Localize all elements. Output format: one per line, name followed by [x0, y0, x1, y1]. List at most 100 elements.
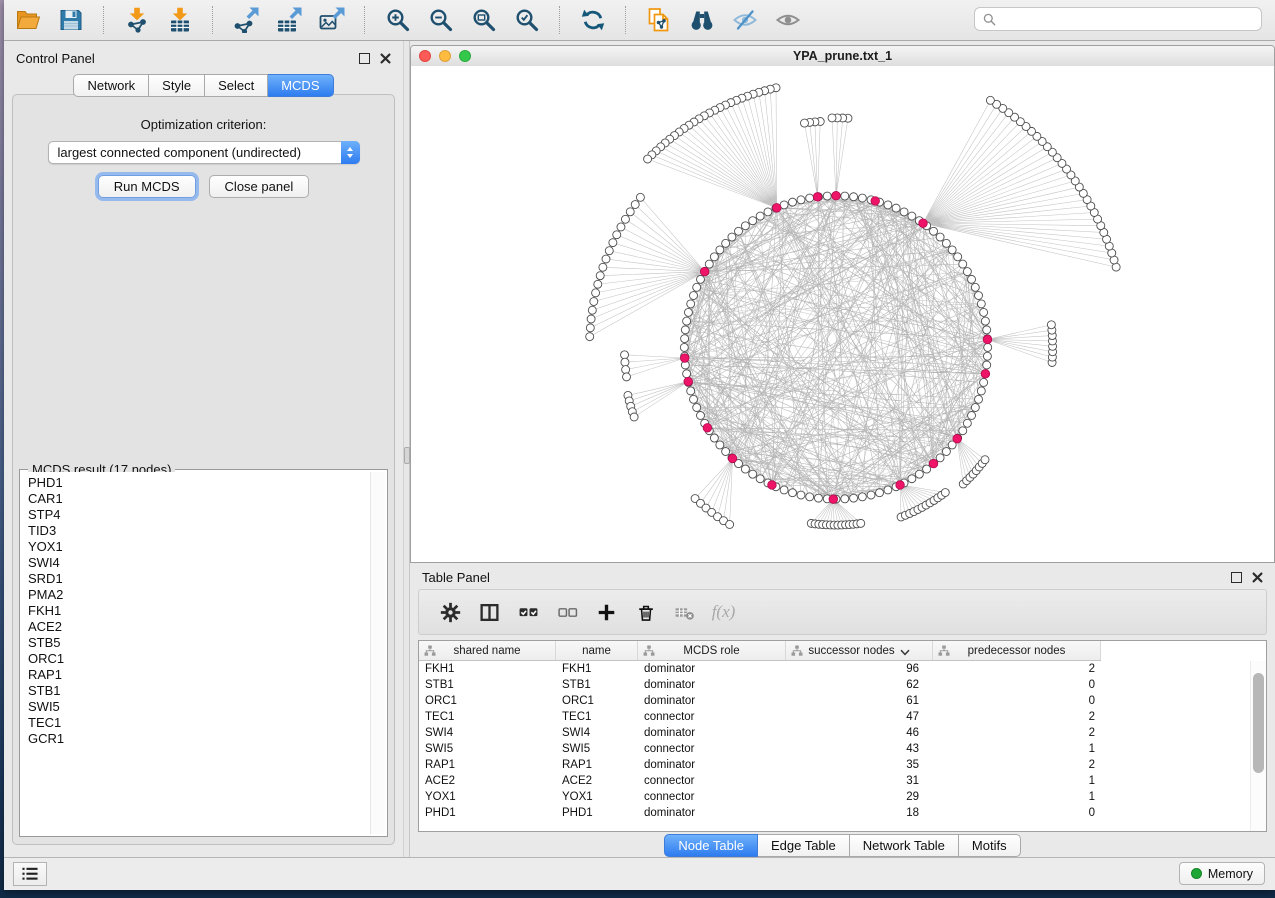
cell-shared-name: STB1: [419, 677, 556, 693]
table-row[interactable]: RAP1RAP1dominator352: [419, 757, 1251, 773]
table-mode-button[interactable]: [431, 593, 470, 631]
control-panel-close-icon[interactable]: [380, 53, 391, 64]
table-row[interactable]: ORC1ORC1dominator610: [419, 693, 1251, 709]
open-file-button[interactable]: [10, 4, 46, 36]
toolbar-separator: [212, 6, 214, 34]
table-scrollbar[interactable]: [1250, 661, 1266, 831]
column-header-shared-name[interactable]: shared name: [419, 641, 556, 660]
cell-name: SWI4: [556, 725, 638, 741]
table-panel-float-icon[interactable]: [1231, 572, 1242, 583]
show-column-panel-button[interactable]: [470, 593, 509, 631]
network-canvas[interactable]: [411, 66, 1274, 562]
import-network-button[interactable]: [119, 4, 155, 36]
mcds-result-item[interactable]: SWI4: [28, 555, 370, 571]
mcds-result-item[interactable]: PHD1: [28, 475, 370, 491]
column-header-name[interactable]: name: [556, 641, 638, 660]
mcds-result-item[interactable]: CAR1: [28, 491, 370, 507]
table-row[interactable]: PHD1PHD1dominator180: [419, 805, 1251, 821]
table-scrollbar-thumb[interactable]: [1253, 673, 1264, 773]
table-row[interactable]: SWI4SWI4dominator462: [419, 725, 1251, 741]
cell-shared-name: ACE2: [419, 773, 556, 789]
desktop-background: Control Panel NetworkStyleSelectMCDS Opt…: [0, 0, 1275, 898]
tab-node-table[interactable]: Node Table: [664, 834, 758, 857]
export-image-button[interactable]: [314, 4, 350, 36]
window-close-button[interactable]: [419, 50, 431, 62]
gear-icon: [440, 602, 461, 623]
mcds-result-item[interactable]: STB5: [28, 635, 370, 651]
select-all-columns-button[interactable]: [509, 593, 548, 631]
table-row[interactable]: YOX1YOX1connector291: [419, 789, 1251, 805]
save-session-button[interactable]: [53, 4, 89, 36]
cell-mcds-role: dominator: [638, 805, 786, 821]
mcds-result-item[interactable]: SWI5: [28, 699, 370, 715]
result-list-scrollbar[interactable]: [370, 472, 385, 834]
vertical-splitter[interactable]: [403, 41, 410, 858]
tab-style[interactable]: Style: [149, 74, 205, 97]
window-zoom-button[interactable]: [459, 50, 471, 62]
delete-columns-button[interactable]: [626, 593, 665, 631]
cell-successor-nodes: 29: [786, 789, 933, 805]
mcds-result-item[interactable]: YOX1: [28, 539, 370, 555]
mcds-result-item[interactable]: STB1: [28, 683, 370, 699]
tab-select[interactable]: Select: [205, 74, 268, 97]
mcds-result-item[interactable]: GCR1: [28, 731, 370, 747]
mcds-result-item[interactable]: PMA2: [28, 587, 370, 603]
optimization-criterion-select[interactable]: largest connected component (undirected): [48, 141, 360, 164]
mcds-result-item[interactable]: STP4: [28, 507, 370, 523]
tab-network[interactable]: Network: [73, 74, 149, 97]
refresh-view-button[interactable]: [575, 4, 611, 36]
close-panel-button[interactable]: Close panel: [209, 175, 310, 198]
clone-network-button[interactable]: [641, 4, 677, 36]
memory-button[interactable]: Memory: [1179, 862, 1265, 885]
tab-mcds[interactable]: MCDS: [268, 74, 333, 97]
cell-mcds-role: dominator: [638, 757, 786, 773]
tab-network-table[interactable]: Network Table: [850, 834, 959, 857]
cell-mcds-role: connector: [638, 773, 786, 789]
cell-successor-nodes: 35: [786, 757, 933, 773]
search-input[interactable]: [996, 10, 1261, 28]
export-network-button[interactable]: [228, 4, 264, 36]
mcds-result-item[interactable]: RAP1: [28, 667, 370, 683]
table-row[interactable]: FKH1FKH1dominator962: [419, 661, 1251, 677]
run-mcds-button[interactable]: Run MCDS: [98, 175, 196, 198]
zoom-in-button[interactable]: [380, 4, 416, 36]
window-minimize-button[interactable]: [439, 50, 451, 62]
zoom-out-button[interactable]: [423, 4, 459, 36]
table-row[interactable]: ACE2ACE2connector311: [419, 773, 1251, 789]
main-toolbar-bar: [4, 0, 1275, 41]
mcds-result-item[interactable]: SRD1: [28, 571, 370, 587]
create-column-button[interactable]: [587, 593, 626, 631]
first-neighbors-button[interactable]: [684, 4, 720, 36]
mcds-result-item[interactable]: TID3: [28, 523, 370, 539]
zoom-fit-button[interactable]: [466, 4, 502, 36]
eye-slash-icon: [732, 7, 758, 33]
network-window-titlebar[interactable]: YPA_prune.txt_1: [411, 46, 1274, 67]
task-history-button[interactable]: [13, 862, 47, 886]
mcds-result-item[interactable]: TEC1: [28, 715, 370, 731]
app-window: Control Panel NetworkStyleSelectMCDS Opt…: [4, 0, 1275, 890]
table-panel-close-icon[interactable]: [1252, 572, 1263, 583]
mcds-result-item[interactable]: FKH1: [28, 603, 370, 619]
table-row[interactable]: STB1STB1dominator620: [419, 677, 1251, 693]
hide-graphics-details-button[interactable]: [727, 4, 763, 36]
tab-edge-table[interactable]: Edge Table: [758, 834, 850, 857]
tab-motifs[interactable]: Motifs: [959, 834, 1021, 857]
table-row[interactable]: SWI5SWI5connector431: [419, 741, 1251, 757]
optimization-criterion-value: largest connected component (undirected): [49, 145, 341, 160]
zoom-selected-button[interactable]: [509, 4, 545, 36]
cell-predecessor-nodes: 2: [933, 725, 1101, 741]
show-graphics-details-button[interactable]: [770, 4, 806, 36]
mcds-result-item[interactable]: ORC1: [28, 651, 370, 667]
column-header-successor-nodes[interactable]: successor nodes: [786, 641, 933, 660]
column-header-predecessor-nodes[interactable]: predecessor nodes: [933, 641, 1101, 660]
mcds-result-item[interactable]: ACE2: [28, 619, 370, 635]
export-table-button[interactable]: [271, 4, 307, 36]
column-header-mcds-role[interactable]: MCDS role: [638, 641, 786, 660]
control-panel-float-icon[interactable]: [359, 53, 370, 64]
table-row[interactable]: TEC1TEC1connector472: [419, 709, 1251, 725]
cell-shared-name: SWI4: [419, 725, 556, 741]
import-table-button[interactable]: [162, 4, 198, 36]
search-box[interactable]: [974, 7, 1262, 31]
unselect-all-columns-button[interactable]: [548, 593, 587, 631]
mcds-result-list[interactable]: PHD1CAR1STP4TID3YOX1SWI4SRD1PMA2FKH1ACE2…: [22, 472, 370, 834]
